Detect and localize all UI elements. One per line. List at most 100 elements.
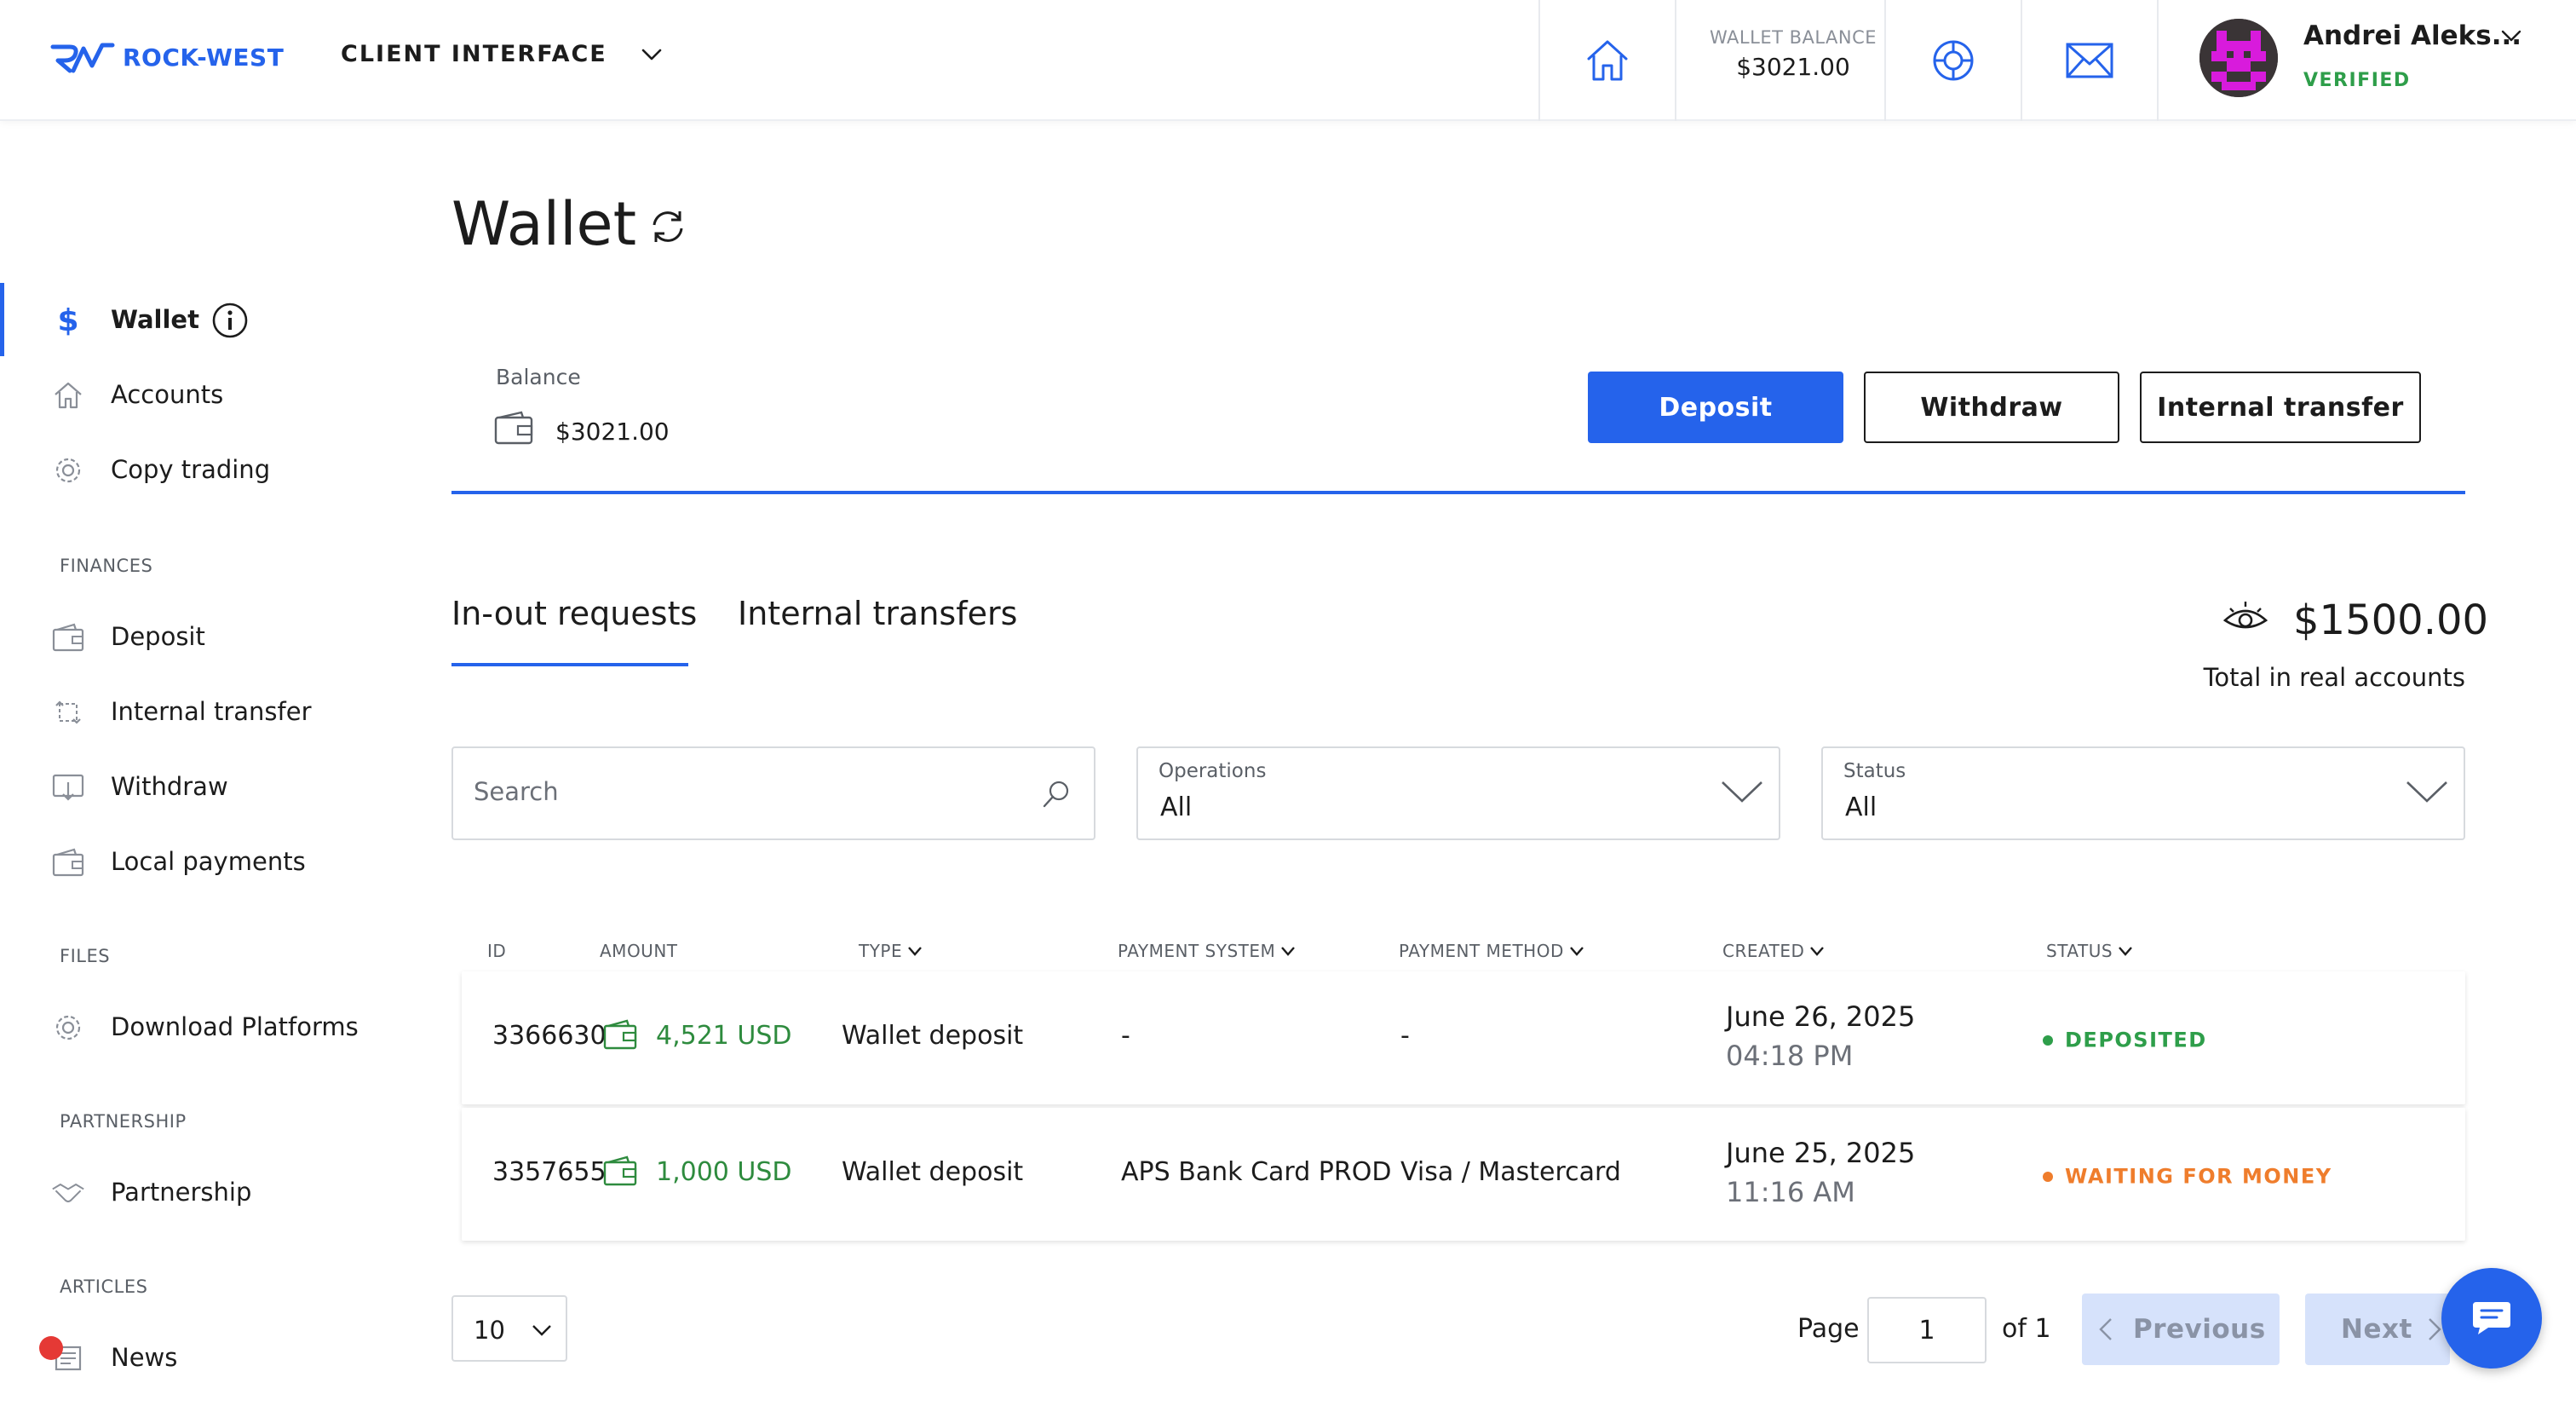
header-wallet-balance[interactable]: WALLET BALANCE $3021.00 [1678,27,1908,81]
operations-select[interactable]: Operations All [1136,746,1780,840]
home-icon [1587,40,1628,81]
verified-badge: VERIFIED [2303,70,2411,91]
header-divider [1675,0,1676,121]
mail-nav-button[interactable] [2060,31,2119,90]
chevron-down-icon [641,49,662,60]
row-created-time: 04:18 PM [1726,1040,1854,1072]
search-icon[interactable] [1041,779,1072,810]
sidebar-item-copy-trading[interactable]: Copy trading [0,440,409,499]
section-title-finances: FINANCES [60,556,153,576]
page-title: Wallet [451,189,637,259]
balance-label: Balance [496,365,581,389]
sidebar-item-internal-transfer[interactable]: Internal transfer [0,682,409,741]
search-input[interactable] [474,777,1019,806]
refresh-button[interactable] [646,205,690,252]
transfer-icon [51,695,85,729]
page-number-input[interactable] [1867,1297,1987,1363]
next-label: Next [2341,1314,2412,1345]
sidebar-item-label: Copy trading [111,455,271,484]
support-nav-button[interactable] [1923,31,1983,90]
operations-label: Operations [1159,760,1267,782]
balance-value: $3021.00 [555,418,670,446]
top-header: ROCK-WEST CLIENT INTERFACE WALLET BALANC… [0,0,2576,121]
home-nav-button[interactable] [1578,31,1637,90]
internal-transfer-button[interactable]: Internal transfer [2140,372,2421,443]
sidebar-item-label: News [111,1343,178,1372]
wallet-icon [494,411,533,448]
sidebar-item-label: Withdraw [111,772,228,801]
column-header-payment-method[interactable]: PAYMENT METHOD [1399,941,1584,961]
wallet-icon [603,1019,637,1057]
wallet-icon [51,620,85,654]
header-divider [2157,0,2159,121]
sort-chevron-icon [2119,947,2132,956]
per-page-select[interactable]: 10 [451,1295,567,1362]
sidebar-item-wallet[interactable]: $ Wallet [0,290,409,349]
sidebar-item-label: Accounts [111,380,224,409]
sidebar-item-download-platforms[interactable]: Download Platforms [0,997,409,1057]
chevron-right-icon [2429,1318,2441,1340]
status-label: Status [1843,760,1906,782]
row-created-date: June 26, 2025 [1726,1000,1916,1033]
section-title-partnership: PARTNERSHIP [60,1111,187,1132]
home-icon [51,378,85,412]
deposit-button[interactable]: Deposit [1588,372,1843,443]
row-amount: 4,521 USD [656,1021,792,1051]
user-name[interactable]: Andrei Aleks... [2303,20,2521,51]
row-type: Wallet deposit [842,1021,1024,1051]
column-header-created[interactable]: CREATED [1722,941,1825,961]
column-header-type[interactable]: TYPE [859,941,923,961]
status-select[interactable]: Status All [1821,746,2465,840]
row-amount: 1,000 USD [656,1157,792,1187]
column-header-status[interactable]: STATUS [2046,941,2133,961]
chevron-down-icon [2406,781,2447,803]
chat-widget-button[interactable] [2441,1268,2542,1369]
logo-mark-icon [50,43,115,73]
header-divider [2021,0,2022,121]
sidebar-item-partnership[interactable]: Partnership [0,1162,409,1222]
search-field[interactable] [451,746,1095,840]
operations-value: All [1160,792,1193,822]
eye-icon [2222,602,2268,629]
dollar-icon: $ [57,303,79,338]
sidebar-item-label: Download Platforms [111,1012,359,1041]
withdraw-button[interactable]: Withdraw [1864,372,2119,443]
user-menu-toggle[interactable] [2501,29,2521,45]
next-page-button[interactable]: Next [2305,1294,2450,1365]
wallet-balance-label: WALLET BALANCE [1709,27,1877,48]
tab-in-out-requests[interactable]: In-out requests [451,595,697,632]
previous-page-button[interactable]: Previous [2082,1294,2280,1365]
sidebar-item-accounts[interactable]: Accounts [0,365,409,424]
sidebar-item-label: Wallet [111,305,199,334]
section-title-files: FILES [60,946,111,966]
sidebar-item-label: Deposit [111,622,205,651]
column-header-amount: AMOUNT [600,941,678,961]
row-status: DEPOSITED [2043,1024,2207,1054]
info-icon[interactable] [211,302,249,343]
sidebar-item-deposit[interactable]: Deposit [0,607,409,666]
sidebar-item-news[interactable]: News [0,1328,409,1387]
client-interface-label: CLIENT INTERFACE [341,41,607,67]
column-header-label: ID [487,941,507,961]
client-interface-dropdown[interactable]: CLIENT INTERFACE [341,41,662,67]
rockwest-logo[interactable]: ROCK-WEST [49,37,284,77]
support-icon [1933,40,1974,81]
row-created-date: June 25, 2025 [1726,1137,1916,1169]
column-header-payment-system[interactable]: PAYMENT SYSTEM [1118,941,1296,961]
row-status: WAITING FOR MONEY [2043,1161,2332,1190]
active-tab-underline [451,663,688,666]
sidebar-item-withdraw[interactable]: Withdraw [0,757,409,816]
withdraw-icon [51,770,85,804]
table-row[interactable]: 3357655 1,000 USD Wallet deposit APS Ban… [462,1108,2465,1241]
sort-chevron-icon [908,947,923,956]
column-header-label: TYPE [859,941,903,961]
column-header-id: ID [487,941,506,961]
avatar[interactable] [2199,19,2278,97]
chevron-down-icon [2501,30,2521,42]
visibility-toggle[interactable] [2222,600,2269,637]
tab-internal-transfers[interactable]: Internal transfers [738,595,1017,632]
page-total-label: of 1 [2002,1314,2051,1344]
page-label: Page [1797,1314,1860,1344]
table-row[interactable]: 3366630 4,521 USD Wallet deposit - - Jun… [462,971,2465,1104]
sidebar-item-local-payments[interactable]: Local payments [0,832,409,891]
